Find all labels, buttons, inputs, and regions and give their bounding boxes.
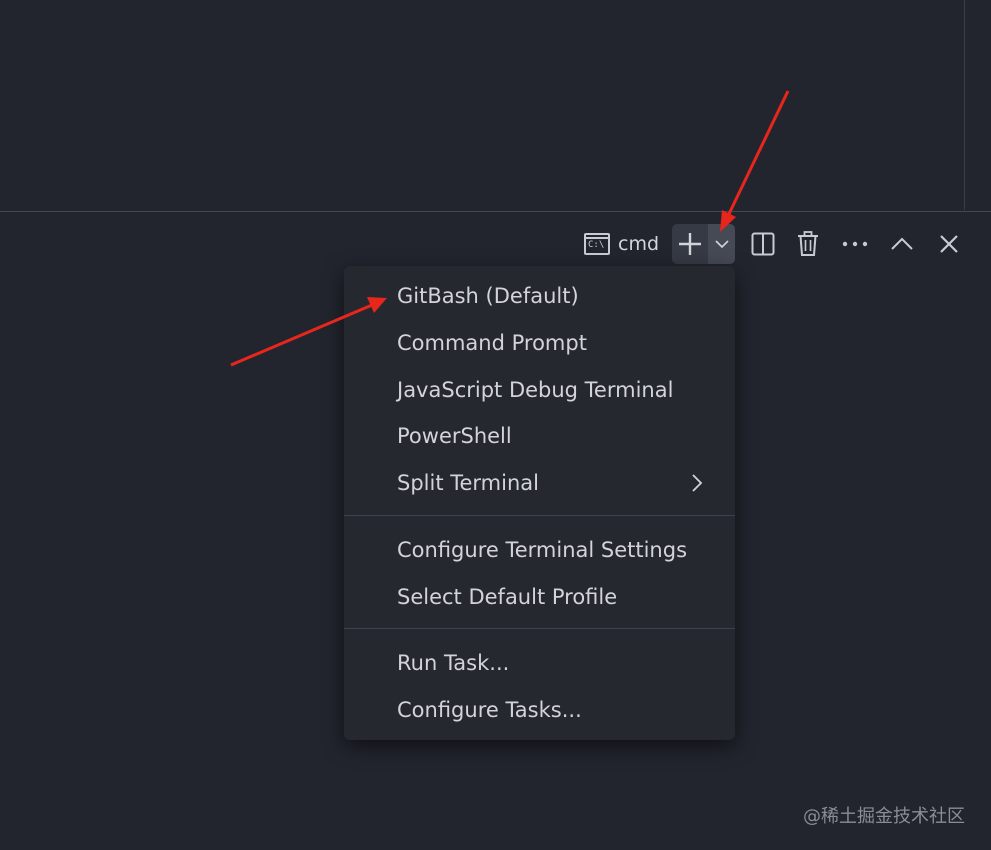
more-actions-button[interactable] bbox=[835, 224, 875, 264]
menu-item-label: Run Task... bbox=[397, 651, 510, 675]
trash-icon bbox=[798, 231, 818, 256]
cmd-terminal-icon: C:\ bbox=[584, 233, 610, 255]
editor-scrollbar-edge bbox=[964, 0, 965, 210]
chevron-down-icon bbox=[714, 240, 729, 249]
launch-profile-menu: GitBash (Default) Command Prompt JavaScr… bbox=[344, 266, 735, 740]
plus-icon bbox=[679, 233, 701, 255]
menu-item-select-default-profile[interactable]: Select Default Profile bbox=[344, 575, 735, 619]
menu-item-configure-terminal-settings[interactable]: Configure Terminal Settings bbox=[344, 528, 735, 572]
editor-area bbox=[0, 0, 991, 211]
menu-item-powershell[interactable]: PowerShell bbox=[344, 414, 735, 458]
watermark: @稀土掘金技术社区 bbox=[803, 806, 965, 827]
menu-item-gitbash[interactable]: GitBash (Default) bbox=[344, 274, 735, 318]
menu-item-label: GitBash (Default) bbox=[397, 284, 579, 308]
menu-item-configure-tasks[interactable]: Configure Tasks... bbox=[344, 688, 735, 732]
terminal-tab[interactable]: C:\ cmd bbox=[584, 224, 664, 264]
launch-profile-dropdown[interactable] bbox=[708, 224, 735, 264]
cmd-icon-text: C:\ bbox=[588, 240, 605, 250]
maximize-panel-button[interactable] bbox=[882, 224, 922, 264]
new-terminal-group bbox=[672, 224, 735, 264]
menu-item-javascript-debug-terminal[interactable]: JavaScript Debug Terminal bbox=[344, 368, 735, 412]
menu-item-label: Split Terminal bbox=[397, 471, 539, 495]
ellipsis-icon bbox=[842, 241, 868, 247]
close-panel-button[interactable] bbox=[929, 224, 969, 264]
menu-separator bbox=[344, 515, 735, 516]
panel-top-border bbox=[0, 211, 991, 212]
chevron-up-icon bbox=[891, 237, 913, 250]
menu-item-label: Configure Terminal Settings bbox=[397, 538, 688, 562]
menu-item-label: PowerShell bbox=[397, 424, 512, 448]
menu-item-label: JavaScript Debug Terminal bbox=[397, 378, 674, 402]
chevron-right-icon bbox=[692, 474, 703, 492]
kill-terminal-button[interactable] bbox=[788, 224, 828, 264]
menu-separator bbox=[344, 628, 735, 629]
menu-item-label: Configure Tasks... bbox=[397, 698, 582, 722]
menu-item-run-task[interactable]: Run Task... bbox=[344, 641, 735, 685]
menu-item-label: Select Default Profile bbox=[397, 585, 618, 609]
menu-item-label: Command Prompt bbox=[397, 331, 587, 355]
new-terminal-button[interactable] bbox=[672, 224, 708, 264]
menu-item-split-terminal[interactable]: Split Terminal bbox=[344, 461, 735, 505]
close-icon bbox=[940, 235, 958, 253]
terminal-name: cmd bbox=[618, 233, 660, 255]
split-terminal-button[interactable] bbox=[743, 224, 783, 264]
menu-item-command-prompt[interactable]: Command Prompt bbox=[344, 321, 735, 365]
split-icon bbox=[751, 232, 775, 256]
